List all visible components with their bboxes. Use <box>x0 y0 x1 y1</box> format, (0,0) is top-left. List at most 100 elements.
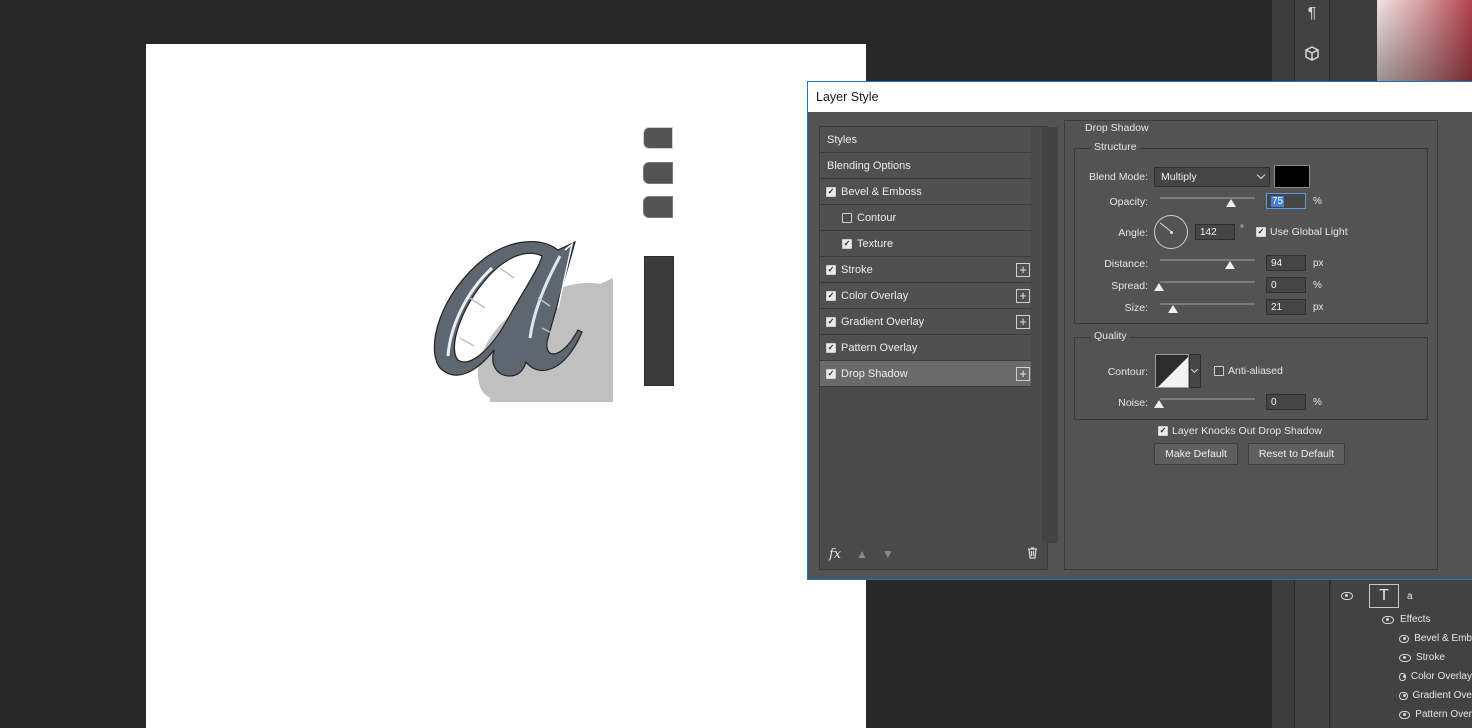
layer-knocks-out-option[interactable]: ✓ Layer Knocks Out Drop Shadow <box>1158 425 1322 437</box>
pattern-overlay-item[interactable]: ✓ Pattern Overlay <box>820 335 1031 361</box>
opacity-input[interactable]: 75 <box>1266 193 1306 209</box>
distance-unit: px <box>1313 258 1324 269</box>
structure-title: Structure <box>1091 141 1140 153</box>
contour-preview[interactable] <box>1155 354 1189 388</box>
styles-list-scrollbar[interactable] <box>1042 127 1058 543</box>
ok-button[interactable] <box>643 127 673 149</box>
noise-slider-thumb[interactable] <box>1154 400 1164 408</box>
trash-icon[interactable] <box>1027 547 1038 562</box>
layer-style-dialog: Layer Style Styles Blending Options ✓ Be… <box>807 81 1472 580</box>
3d-cube-icon[interactable] <box>1298 40 1326 68</box>
spread-slider-thumb[interactable] <box>1154 283 1164 291</box>
paragraph-icon[interactable]: ¶ <box>1298 0 1326 28</box>
size-slider-thumb[interactable] <box>1168 305 1178 313</box>
use-global-light-option[interactable]: ✓ Use Global Light <box>1256 226 1348 238</box>
item-label: Blending Options <box>827 159 911 172</box>
effect-row[interactable]: Stroke <box>1332 648 1472 667</box>
distance-input[interactable]: 94 <box>1266 255 1306 271</box>
add-stroke-plus-icon[interactable]: + <box>1016 263 1030 277</box>
reset-to-default-button[interactable]: Reset to Default <box>1248 443 1345 465</box>
blend-mode-value: Multiply <box>1161 171 1197 183</box>
fx-icon[interactable]: fx <box>829 547 841 562</box>
visibility-eye-icon[interactable] <box>1399 653 1411 662</box>
text-layer-row[interactable]: T a <box>1332 582 1472 610</box>
item-label: Gradient Overlay <box>841 315 925 328</box>
distance-slider-thumb[interactable] <box>1225 261 1235 269</box>
artwork-letter-a <box>433 240 613 402</box>
styles-header-item[interactable]: Styles <box>820 127 1031 153</box>
angle-dial[interactable] <box>1154 215 1188 249</box>
text-layer-thumbnail-icon: T <box>1369 584 1399 608</box>
color-picker-field[interactable] <box>1377 0 1472 82</box>
effects-row[interactable]: Effects <box>1332 610 1472 629</box>
contour-checkbox[interactable] <box>842 212 852 223</box>
use-global-light-label: Use Global Light <box>1270 226 1348 238</box>
color-overlay-item[interactable]: ✓ Color Overlay + <box>820 283 1031 309</box>
visibility-eye-icon[interactable] <box>1399 710 1411 719</box>
pattern-overlay-checkbox[interactable]: ✓ <box>826 342 836 353</box>
contour-dropdown[interactable] <box>1189 354 1201 388</box>
spread-slider-track[interactable] <box>1160 281 1255 283</box>
spread-input[interactable]: 0 <box>1266 277 1306 293</box>
blend-mode-select[interactable]: Multiply <box>1154 167 1270 187</box>
drop-shadow-checkbox[interactable]: ✓ <box>826 368 836 379</box>
layer-knocks-out-checkbox[interactable]: ✓ <box>1158 426 1168 436</box>
distance-slider-track[interactable] <box>1160 259 1255 261</box>
opacity-value: 75 <box>1271 195 1285 207</box>
noise-input[interactable]: 0 <box>1266 394 1306 410</box>
gradient-overlay-item[interactable]: ✓ Gradient Overlay + <box>820 309 1031 335</box>
distance-value: 94 <box>1271 257 1283 269</box>
arrow-up-icon[interactable]: ▲ <box>856 547 868 561</box>
bevel-emboss-checkbox[interactable]: ✓ <box>826 186 836 197</box>
effect-row[interactable]: Color Overlay <box>1332 667 1472 686</box>
contour-item[interactable]: Contour <box>820 205 1031 231</box>
trash-glyph <box>1028 547 1037 559</box>
add-color-overlay-plus-icon[interactable]: + <box>1016 289 1030 303</box>
size-input[interactable]: 21 <box>1266 299 1306 315</box>
anti-aliased-checkbox[interactable] <box>1214 366 1224 376</box>
opacity-slider-track[interactable] <box>1160 197 1255 199</box>
visibility-eye-icon[interactable] <box>1399 691 1408 700</box>
cancel-button[interactable] <box>643 162 673 184</box>
item-label: Stroke <box>841 263 873 276</box>
dialog-titlebar[interactable]: Layer Style <box>808 82 1472 112</box>
effect-label: Pattern Over <box>1415 709 1472 720</box>
shadow-color-swatch[interactable] <box>1274 165 1310 188</box>
add-drop-shadow-plus-icon[interactable]: + <box>1016 367 1030 381</box>
angle-value: 142 <box>1200 226 1217 238</box>
noise-slider-track[interactable] <box>1160 398 1255 400</box>
drop-shadow-title: Drop Shadow <box>1082 122 1152 134</box>
add-gradient-overlay-plus-icon[interactable]: + <box>1016 315 1030 329</box>
color-overlay-checkbox[interactable]: ✓ <box>826 290 836 301</box>
effect-row[interactable]: Bevel & Emb <box>1332 629 1472 648</box>
angle-input[interactable]: 142 <box>1195 224 1235 240</box>
visibility-eye-icon[interactable] <box>1399 672 1406 681</box>
stroke-item[interactable]: ✓ Stroke + <box>820 257 1031 283</box>
stroke-checkbox[interactable]: ✓ <box>826 264 836 275</box>
effect-row[interactable]: Pattern Over <box>1332 705 1472 724</box>
arrow-down-icon[interactable]: ▼ <box>882 547 894 561</box>
visibility-eye-icon[interactable] <box>1382 615 1394 624</box>
texture-checkbox[interactable]: ✓ <box>842 238 852 249</box>
opacity-label: Opacity: <box>1109 196 1148 208</box>
new-style-button[interactable] <box>643 196 673 218</box>
item-label: Drop Shadow <box>841 367 908 380</box>
effect-row[interactable]: Gradient Ove <box>1332 686 1472 705</box>
effect-label: Gradient Ove <box>1412 690 1472 701</box>
spread-label: Spread: <box>1111 280 1148 292</box>
drop-shadow-item[interactable]: ✓ Drop Shadow + <box>820 361 1031 387</box>
bevel-emboss-item[interactable]: ✓ Bevel & Emboss <box>820 179 1031 205</box>
contour-label: Contour: <box>1107 366 1148 378</box>
gradient-overlay-checkbox[interactable]: ✓ <box>826 316 836 327</box>
visibility-eye-icon[interactable] <box>1341 592 1353 600</box>
item-label: Contour <box>857 211 897 224</box>
anti-aliased-option[interactable]: Anti-aliased <box>1214 365 1283 377</box>
make-default-button[interactable]: Make Default <box>1154 443 1238 465</box>
texture-item[interactable]: ✓ Texture <box>820 231 1031 257</box>
style-preview-box <box>644 256 674 386</box>
visibility-eye-icon[interactable] <box>1399 634 1410 643</box>
blending-options-item[interactable]: Blending Options <box>820 153 1031 179</box>
item-label: Bevel & Emboss <box>841 185 922 198</box>
use-global-light-checkbox[interactable]: ✓ <box>1256 227 1266 237</box>
opacity-slider-thumb[interactable] <box>1226 199 1236 207</box>
